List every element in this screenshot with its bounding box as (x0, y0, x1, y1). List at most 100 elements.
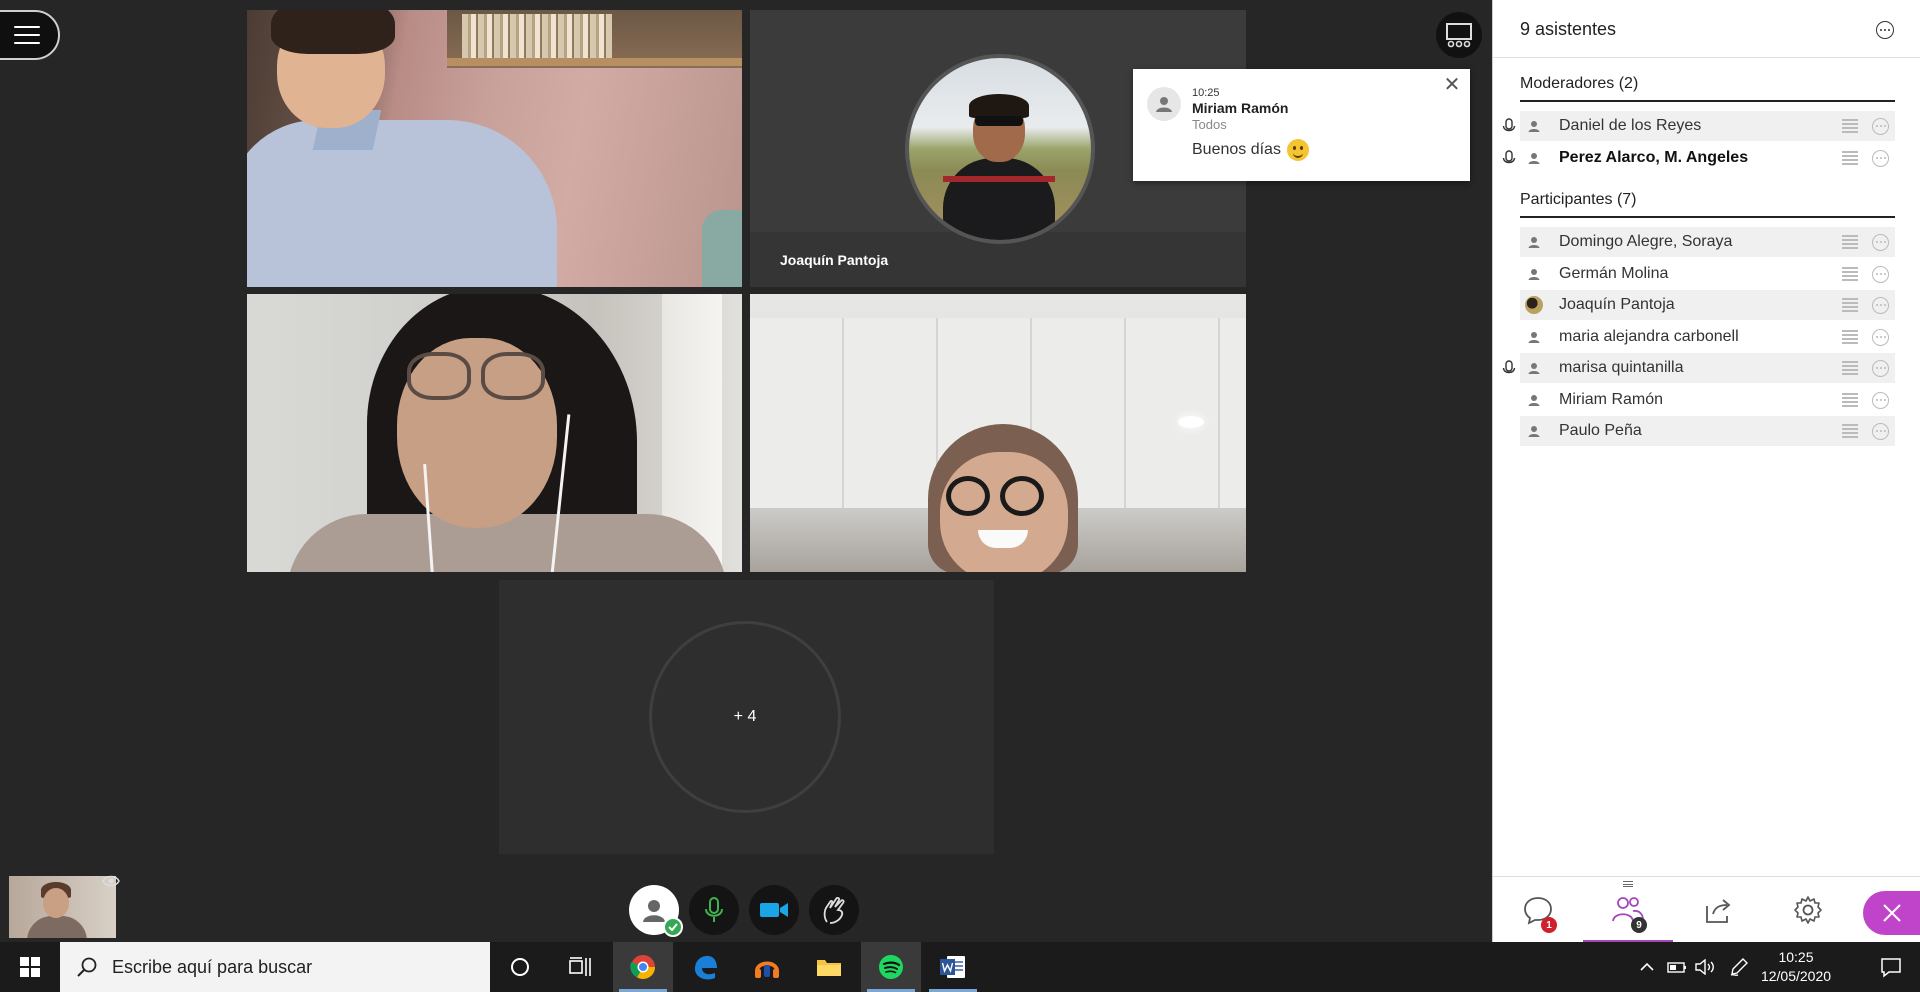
share-content-tab[interactable] (1673, 877, 1763, 943)
taskbar-app-edge[interactable] (675, 942, 735, 992)
taskbar-search-box[interactable]: Escribe aquí para buscar (60, 942, 490, 992)
more-options-icon[interactable] (1872, 117, 1889, 135)
tray-overflow-button[interactable] (1634, 942, 1660, 992)
taskbar-app-audacity[interactable] (737, 942, 797, 992)
taskbar-app-file-explorer[interactable] (799, 942, 859, 992)
panel-title: 9 asistentes (1520, 19, 1617, 39)
video-tile-1[interactable] (247, 10, 742, 287)
attendee-row[interactable]: Miriam Ramón (1520, 385, 1895, 415)
more-options-icon[interactable] (1872, 233, 1889, 251)
attendee-row[interactable]: marisa quintanilla (1502, 353, 1895, 383)
close-panel-button[interactable] (1863, 891, 1920, 935)
user-icon (1147, 87, 1181, 121)
my-status-button[interactable] (629, 885, 683, 937)
close-icon (1883, 904, 1901, 922)
attendee-name: Perez Alarco, M. Angeles (1559, 149, 1749, 166)
raise-hand-icon (823, 897, 845, 924)
list-icon[interactable] (1842, 267, 1858, 281)
camera-button[interactable] (749, 885, 799, 935)
video-person (43, 888, 69, 918)
more-options-icon[interactable] (1872, 391, 1889, 409)
more-options-icon[interactable] (1872, 359, 1889, 377)
cortana-button[interactable] (490, 942, 550, 992)
drag-handle-icon[interactable] (1623, 881, 1633, 887)
close-icon[interactable]: ✕ (1442, 75, 1462, 95)
attendee-name: Daniel de los Reyes (1559, 117, 1702, 134)
windows-taskbar: Escribe aquí para buscar 10:25 12/05/202… (0, 942, 1920, 992)
search-icon (77, 957, 97, 977)
more-options-icon[interactable] (1872, 149, 1889, 167)
list-icon[interactable] (1842, 298, 1858, 312)
headphones-app-icon (755, 961, 779, 978)
chat-notification[interactable]: 10:25 Miriam Ramón Todos Buenos días ✕ (1133, 69, 1470, 181)
avatar (1524, 295, 1544, 315)
smile-emoji-icon (1286, 139, 1309, 161)
user-icon (1524, 358, 1544, 378)
chat-tab[interactable]: 1 (1493, 877, 1583, 943)
camera-icon (760, 903, 788, 917)
list-icon[interactable] (1842, 330, 1858, 344)
video-tile-3[interactable] (247, 294, 742, 572)
taskbar-app-spotify[interactable] (861, 942, 921, 992)
taskbar-app-word[interactable] (923, 942, 983, 992)
task-view-button[interactable] (550, 942, 610, 992)
attendee-name: Joaquín Pantoja (1559, 296, 1675, 313)
attendee-row[interactable]: Paulo Peña (1520, 416, 1895, 446)
list-icon[interactable] (1842, 361, 1858, 375)
more-options-icon[interactable] (1876, 21, 1894, 39)
video-tile-4[interactable] (750, 294, 1246, 572)
attendee-row[interactable]: Daniel de los Reyes (1502, 111, 1895, 141)
main-menu-button[interactable] (0, 10, 60, 60)
overflow-count: + 4 (733, 708, 757, 725)
battery-status[interactable] (1664, 942, 1690, 992)
attendee-name: Paulo Peña (1559, 422, 1642, 439)
system-clock[interactable]: 10:25 12/05/2020 (1756, 948, 1836, 986)
more-options-icon[interactable] (1872, 296, 1889, 314)
panel-footer-nav: 1 9 (1493, 876, 1920, 943)
taskbar-app-chrome[interactable] (613, 942, 673, 992)
folder-icon (817, 960, 841, 976)
video-person (27, 916, 87, 938)
user-icon (1524, 264, 1544, 284)
user-icon (1524, 116, 1544, 136)
attendee-row[interactable]: Perez Alarco, M. Angeles (1502, 143, 1895, 173)
more-options-icon[interactable] (1872, 265, 1889, 283)
list-icon[interactable] (1842, 151, 1858, 165)
task-view-icon (569, 957, 591, 976)
more-options-icon[interactable] (1872, 422, 1889, 440)
pen-icon (1730, 958, 1748, 976)
more-options-icon[interactable] (1872, 328, 1889, 346)
microphone-icon (1502, 360, 1516, 374)
list-icon[interactable] (1842, 393, 1858, 407)
more-participants-button[interactable]: + 4 (649, 621, 841, 813)
list-icon[interactable] (1842, 119, 1858, 133)
attendees-panel: 9 asistentes Moderadores (2) Daniel de l… (1492, 0, 1920, 943)
notification-icon (1881, 958, 1901, 978)
attendee-row[interactable]: Joaquín Pantoja (1520, 290, 1895, 320)
list-icon[interactable] (1842, 424, 1858, 438)
search-placeholder: Escribe aquí para buscar (112, 956, 313, 977)
attendee-row[interactable]: Germán Molina (1520, 259, 1895, 289)
action-center-button[interactable] (1866, 942, 1916, 992)
microphone-button[interactable] (689, 885, 739, 935)
attendee-row[interactable]: maria alejandra carbonell (1520, 322, 1895, 352)
attendee-row[interactable]: Domingo Alegre, Soraya (1520, 227, 1895, 257)
pen-workspace-button[interactable] (1726, 942, 1752, 992)
clock-time: 10:25 (1778, 949, 1814, 965)
chrome-icon (630, 955, 655, 980)
user-icon (1524, 390, 1544, 410)
start-button[interactable] (0, 942, 60, 992)
layout-toggle-button[interactable] (1436, 12, 1482, 58)
video-background (447, 58, 742, 66)
avatar-figure (969, 94, 1029, 118)
list-icon[interactable] (1842, 235, 1858, 249)
attendees-count-badge: 9 (1631, 917, 1647, 933)
share-icon (1706, 899, 1731, 923)
raise-hand-button[interactable] (809, 885, 859, 935)
settings-tab[interactable] (1763, 877, 1853, 943)
self-view-video[interactable] (9, 876, 116, 938)
windows-logo-icon (20, 957, 40, 977)
eye-icon[interactable] (102, 874, 120, 888)
volume-status[interactable] (1692, 942, 1718, 992)
video-background (702, 210, 742, 287)
